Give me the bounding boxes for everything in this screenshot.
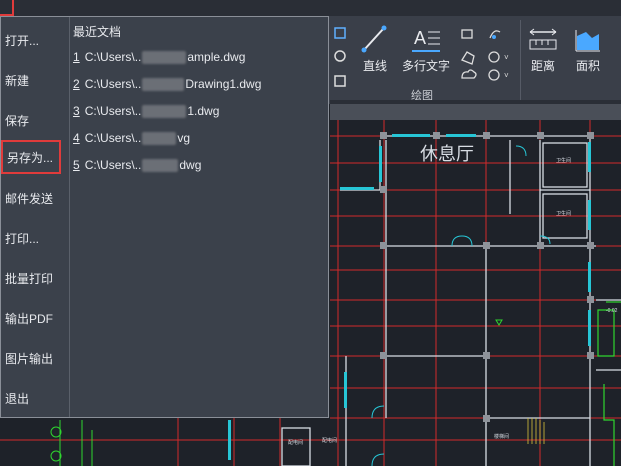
- ribbon-tabbar: [0, 0, 621, 16]
- recent-docs-title: 最近文档: [73, 25, 122, 39]
- menu-export-image[interactable]: 图片输出: [1, 341, 67, 375]
- recent-doc-path: C:\Users\..: [84, 104, 142, 118]
- menu-email[interactable]: 邮件发送: [1, 181, 67, 215]
- menu-save-as[interactable]: 另存为...: [1, 140, 61, 174]
- svg-text:˅: ˅: [504, 53, 509, 62]
- rectangle-icon: [461, 29, 473, 39]
- distance-label: 距离: [530, 59, 555, 73]
- recent-doc-file: vg: [177, 131, 191, 145]
- ellipse-icon: [488, 69, 500, 81]
- tag-stair: 楼梯间: [494, 433, 509, 440]
- redacted-path: [142, 77, 185, 91]
- recent-doc-number: 2: [73, 77, 80, 91]
- line-icon: [361, 25, 387, 53]
- recent-doc-5[interactable]: 5 C:\Users\.. dwg: [73, 155, 323, 175]
- menu-new[interactable]: 新建: [1, 63, 67, 97]
- recent-doc-number: 1: [73, 50, 80, 64]
- recent-doc-path: C:\Users\..: [84, 77, 142, 91]
- recent-doc-4[interactable]: 4 C:\Users\.. vg: [73, 128, 323, 148]
- circle-icon: [488, 51, 500, 63]
- line-button[interactable]: 直线: [360, 24, 390, 74]
- ribbon-small-icons-left[interactable]: [332, 24, 350, 94]
- multiline-text-label: 多行文字: [402, 59, 451, 73]
- recent-doc-path: C:\Users\..: [84, 50, 142, 64]
- panel-separator: [520, 20, 521, 100]
- area-label: 面积: [575, 59, 600, 73]
- distance-button[interactable]: 距离: [528, 26, 558, 74]
- recent-doc-path: C:\Users\..: [84, 158, 142, 172]
- recent-doc-number: 4: [73, 131, 80, 145]
- redacted-path: [142, 50, 187, 64]
- tag-level: -0.02: [606, 308, 618, 314]
- recent-doc-path: C:\Users\..: [84, 131, 142, 145]
- tag-elec-2: 配电间: [288, 439, 303, 446]
- redacted-path: [142, 158, 179, 172]
- menu-print[interactable]: 打印...: [1, 221, 67, 255]
- menu-exit[interactable]: 退出: [1, 381, 67, 415]
- cloud-icon: [461, 69, 477, 79]
- line-label: 直线: [362, 59, 387, 73]
- svg-text:˅: ˅: [504, 71, 509, 80]
- recent-doc-file: 1.dwg: [187, 104, 220, 118]
- tag-wc-2: 卫生间: [556, 210, 571, 217]
- redacted-path: [142, 104, 187, 118]
- document-tabbar: [330, 104, 621, 120]
- recent-doc-file: ample.dwg: [187, 50, 246, 64]
- tag-wc-1: 卫生间: [556, 157, 571, 164]
- menu-open[interactable]: 打开...: [1, 23, 67, 57]
- app-menu-button-highlight[interactable]: [0, 0, 14, 16]
- menu-export-pdf[interactable]: 输出PDF: [1, 301, 67, 335]
- room-label: 休息厅: [420, 144, 474, 165]
- recent-doc-number: 3: [73, 104, 80, 118]
- area-button[interactable]: 面积: [574, 26, 602, 74]
- polygon-icon: [461, 51, 475, 65]
- distance-icon: [529, 28, 557, 50]
- recent-doc-3[interactable]: 3 C:\Users\.. 1.dwg: [73, 101, 323, 121]
- multiline-text-button[interactable]: A 多行文字: [402, 24, 450, 74]
- redacted-path: [142, 131, 177, 145]
- menu-batch-print[interactable]: 批量打印: [1, 261, 67, 295]
- shape-tools[interactable]: ˅ ˅: [458, 26, 518, 82]
- recent-doc-number: 5: [73, 158, 80, 172]
- area-icon: [575, 30, 600, 52]
- menu-command-list: 打开... 新建 保存 另存为... 邮件发送 打印... 批量打印 输出PDF…: [1, 17, 70, 417]
- application-menu: 打开... 新建 保存 另存为... 邮件发送 打印... 批量打印 输出PDF…: [0, 16, 329, 418]
- multiline-text-icon: A: [412, 28, 440, 52]
- recent-doc-file: Drawing1.dwg: [185, 77, 262, 91]
- svg-text:A: A: [414, 28, 426, 48]
- tag-elec-1: 配电间: [322, 437, 337, 444]
- recent-doc-1[interactable]: 1 C:\Users\.. ample.dwg: [73, 47, 323, 67]
- menu-save[interactable]: 保存: [1, 103, 67, 137]
- recent-doc-2[interactable]: 2 C:\Users\.. Drawing1.dwg: [73, 74, 323, 94]
- recent-doc-file: dwg: [179, 158, 202, 172]
